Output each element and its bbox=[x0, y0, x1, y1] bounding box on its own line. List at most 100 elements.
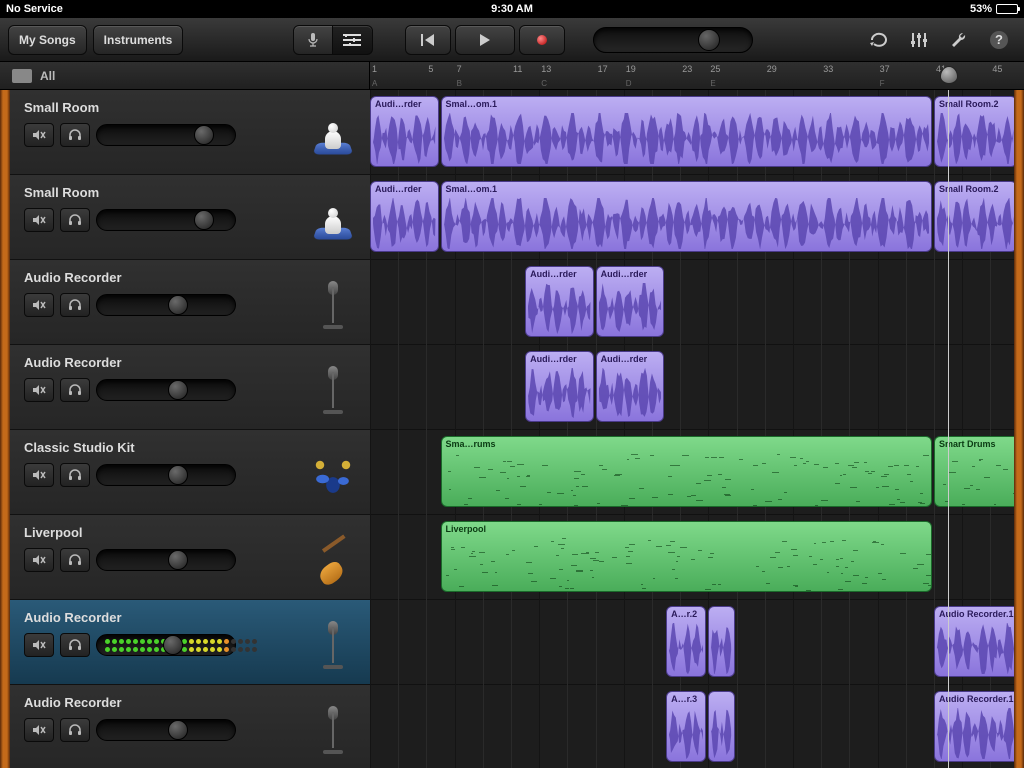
region-label: Smart Drums bbox=[935, 437, 1014, 451]
tracks-panel: Small RoomSmall RoomAudio RecorderAudio … bbox=[10, 90, 370, 768]
solo-button[interactable] bbox=[60, 208, 90, 232]
solo-button[interactable] bbox=[60, 718, 90, 742]
headphones-icon bbox=[68, 639, 82, 651]
solo-button[interactable] bbox=[60, 293, 90, 317]
mute-icon bbox=[32, 214, 46, 226]
audio-region[interactable]: Audi…rder bbox=[596, 351, 665, 422]
ruler-bar-23: 23 bbox=[682, 64, 692, 74]
track-volume-slider[interactable] bbox=[96, 464, 236, 486]
audio-region[interactable]: Small Room.2 bbox=[934, 96, 1014, 167]
section-marker: E bbox=[710, 79, 715, 88]
help-button[interactable]: ? bbox=[982, 25, 1016, 55]
track-volume-slider[interactable] bbox=[96, 634, 236, 656]
headphones-icon bbox=[68, 384, 82, 396]
ruler-bar-41: 41 bbox=[936, 64, 946, 74]
track-volume-slider[interactable] bbox=[96, 124, 236, 146]
section-marker: A bbox=[372, 79, 377, 88]
volume-knob[interactable] bbox=[168, 720, 188, 740]
volume-knob[interactable] bbox=[168, 380, 188, 400]
track-header[interactable]: Audio Recorder bbox=[10, 260, 370, 345]
volume-knob[interactable] bbox=[168, 295, 188, 315]
mixer-button[interactable] bbox=[902, 25, 936, 55]
ruler-bar-11: 11 bbox=[513, 64, 522, 74]
record-button[interactable] bbox=[519, 25, 565, 55]
solo-button[interactable] bbox=[60, 378, 90, 402]
mute-button[interactable] bbox=[24, 463, 54, 487]
rewind-button[interactable] bbox=[405, 25, 451, 55]
region-label: Liverpool bbox=[442, 522, 932, 536]
track-volume-slider[interactable] bbox=[96, 209, 236, 231]
master-volume-knob[interactable] bbox=[698, 29, 720, 51]
audio-region[interactable]: Small Room.2 bbox=[934, 181, 1014, 252]
mute-button[interactable] bbox=[24, 718, 54, 742]
volume-knob[interactable] bbox=[168, 550, 188, 570]
track-lane[interactable] bbox=[370, 260, 1014, 345]
audio-region[interactable]: A…r.3 bbox=[666, 691, 706, 762]
section-marker: D bbox=[626, 79, 632, 88]
mute-button[interactable] bbox=[24, 548, 54, 572]
playhead-line bbox=[948, 90, 949, 768]
mute-button[interactable] bbox=[24, 123, 54, 147]
audio-region[interactable]: A…r.2 bbox=[666, 606, 706, 677]
timeline-area[interactable]: Audi…rderSmal…om.1Small Room.2Audi…rderS… bbox=[370, 90, 1014, 768]
solo-button[interactable] bbox=[60, 123, 90, 147]
audio-region[interactable]: Smal…om.1 bbox=[441, 181, 933, 252]
volume-knob[interactable] bbox=[194, 210, 214, 230]
region-label: Audi…rder bbox=[371, 182, 438, 196]
waveform bbox=[711, 623, 731, 674]
mute-button[interactable] bbox=[24, 293, 54, 317]
instrument-view-button[interactable] bbox=[293, 25, 333, 55]
audio-region[interactable]: Audi…rder bbox=[525, 351, 594, 422]
audio-region[interactable]: Audio Recorder.1 bbox=[934, 606, 1014, 677]
tracks-view-button[interactable] bbox=[333, 25, 373, 55]
filter-all-label[interactable]: All bbox=[40, 69, 55, 83]
audio-region[interactable] bbox=[708, 691, 734, 762]
track-header[interactable]: Audio Recorder bbox=[10, 685, 370, 768]
my-songs-button[interactable]: My Songs bbox=[8, 25, 87, 55]
midi-region[interactable]: Smart Drums bbox=[934, 436, 1014, 507]
play-button[interactable] bbox=[455, 25, 515, 55]
midi-region[interactable]: Liverpool bbox=[441, 521, 933, 592]
play-icon bbox=[480, 34, 490, 46]
loop-button[interactable] bbox=[862, 25, 896, 55]
track-header[interactable]: Audio Recorder bbox=[10, 345, 370, 430]
midi-region[interactable]: Sma…rums bbox=[441, 436, 933, 507]
track-header[interactable]: Audio Recorder bbox=[10, 600, 370, 685]
volume-knob[interactable] bbox=[168, 465, 188, 485]
track-volume-slider[interactable] bbox=[96, 294, 236, 316]
audio-region[interactable] bbox=[708, 606, 734, 677]
audio-region[interactable]: Audi…rder bbox=[370, 96, 439, 167]
mute-button[interactable] bbox=[24, 633, 54, 657]
mixer-icon bbox=[909, 31, 929, 49]
sections-icon[interactable] bbox=[12, 69, 32, 83]
solo-button[interactable] bbox=[60, 463, 90, 487]
settings-button[interactable] bbox=[942, 25, 976, 55]
mute-button[interactable] bbox=[24, 208, 54, 232]
audio-region[interactable]: Audio Recorder.1 bbox=[934, 691, 1014, 762]
clock-text: 9:30 AM bbox=[206, 3, 818, 15]
track-header[interactable]: Classic Studio Kit bbox=[10, 430, 370, 515]
track-lane[interactable] bbox=[370, 345, 1014, 430]
volume-knob[interactable] bbox=[194, 125, 214, 145]
track-volume-slider[interactable] bbox=[96, 549, 236, 571]
waveform bbox=[373, 198, 436, 249]
audio-region[interactable]: Audi…rder bbox=[525, 266, 594, 337]
audio-region[interactable]: Audi…rder bbox=[370, 181, 439, 252]
solo-button[interactable] bbox=[60, 548, 90, 572]
track-volume-slider[interactable] bbox=[96, 379, 236, 401]
track-header[interactable]: Small Room bbox=[10, 175, 370, 260]
main-toolbar: My Songs Instruments ? bbox=[0, 18, 1024, 62]
master-volume-slider[interactable] bbox=[593, 27, 753, 53]
region-label: Audi…rder bbox=[371, 97, 438, 111]
instruments-button[interactable]: Instruments bbox=[93, 25, 184, 55]
mute-button[interactable] bbox=[24, 378, 54, 402]
track-volume-slider[interactable] bbox=[96, 719, 236, 741]
solo-button[interactable] bbox=[60, 633, 90, 657]
track-header[interactable]: Liverpool bbox=[10, 515, 370, 600]
region-label: Small Room.2 bbox=[935, 97, 1014, 111]
audio-region[interactable]: Audi…rder bbox=[596, 266, 665, 337]
timeline-ruler[interactable]: 1571113171923252933374145ABCDEF bbox=[370, 62, 1024, 89]
volume-knob[interactable] bbox=[163, 635, 183, 655]
audio-region[interactable]: Smal…om.1 bbox=[441, 96, 933, 167]
track-header[interactable]: Small Room bbox=[10, 90, 370, 175]
